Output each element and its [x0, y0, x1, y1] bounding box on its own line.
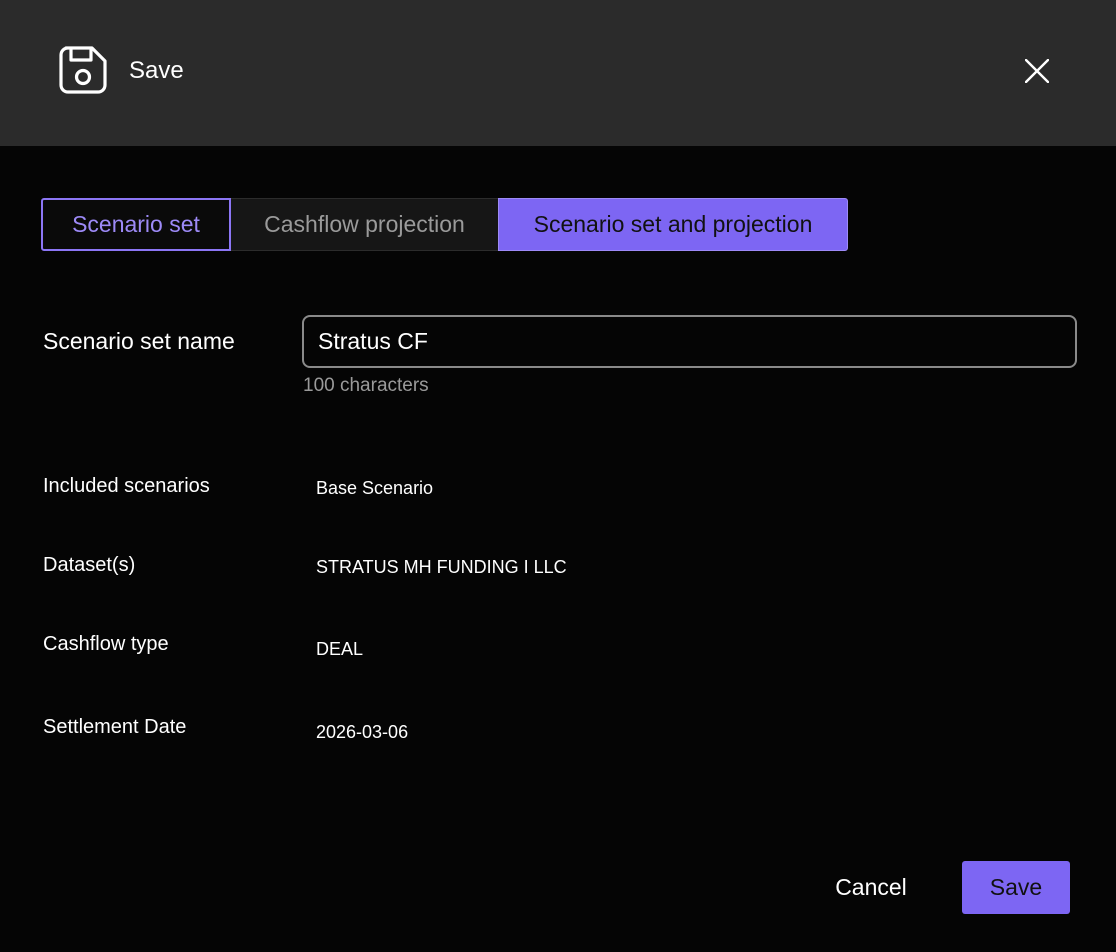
- settlement-date-label: Settlement Date: [43, 716, 187, 738]
- save-button[interactable]: Save: [962, 861, 1070, 914]
- settlement-date-value: 2026-03-06: [316, 722, 409, 742]
- tab-scenario-set-and-projection[interactable]: Scenario set and projection: [498, 198, 848, 251]
- cancel-button[interactable]: Cancel: [812, 861, 930, 914]
- datasets-value: STRATUS MH FUNDING I LLC: [316, 557, 567, 577]
- dialog-header: Save: [0, 0, 1116, 146]
- close-icon: [1025, 59, 1049, 83]
- cashflow-type-value: DEAL: [316, 639, 364, 659]
- save-dialog: Save Scenario set Cashflow projection Sc…: [0, 0, 1116, 952]
- cashflow-type-label: Cashflow type: [43, 633, 169, 655]
- close-button[interactable]: [1020, 54, 1054, 88]
- dialog-title: Save: [129, 57, 184, 84]
- scenario-set-name-label: Scenario set name: [43, 328, 235, 354]
- save-mode-tabs: Scenario set Cashflow projection Scenari…: [41, 198, 848, 251]
- scenario-set-name-input[interactable]: [302, 315, 1077, 368]
- character-limit-hint: 100 characters: [303, 375, 429, 396]
- datasets-label: Dataset(s): [43, 554, 136, 576]
- included-scenarios-value: Base Scenario: [316, 478, 434, 498]
- included-scenarios-label: Included scenarios: [43, 475, 210, 497]
- tab-scenario-set[interactable]: Scenario set: [41, 198, 231, 251]
- save-icon: [59, 46, 107, 94]
- tab-cashflow-projection[interactable]: Cashflow projection: [231, 198, 498, 251]
